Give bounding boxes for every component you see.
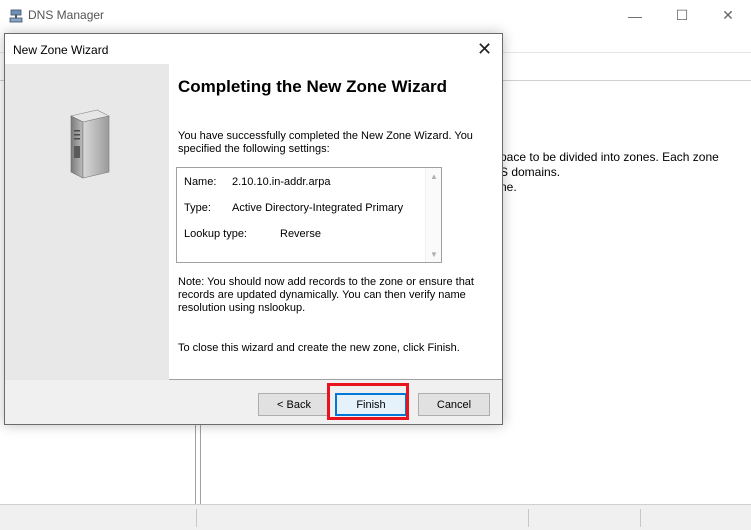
wizard-title: New Zone Wizard [13, 43, 109, 57]
status-bar [0, 504, 751, 530]
scroll-up-icon[interactable]: ▲ [426, 168, 442, 184]
details-line: ne. [500, 180, 517, 194]
wizard-note-text: Note: You should now add records to the … [178, 276, 474, 314]
main-close-button[interactable]: ✕ [705, 0, 751, 31]
setting-label: Type: [184, 202, 211, 214]
new-zone-wizard-dialog: New Zone Wizard ✕ Completing the New Zon… [4, 33, 503, 425]
setting-label: Name: [184, 176, 217, 188]
setting-value: Active Directory-Integrated Primary [232, 202, 404, 214]
details-line: S domains. [500, 165, 561, 179]
details-description: pace to be divided into zones. Each zone… [500, 150, 750, 195]
scroll-down-icon[interactable]: ▼ [426, 246, 442, 262]
setting-label: Lookup type: [184, 228, 247, 240]
wizard-finish-instruction: To close this wizard and create the new … [178, 342, 460, 354]
setting-value: 2.10.10.in-addr.arpa [232, 176, 331, 188]
wizard-sidebar [5, 64, 169, 380]
status-divider [640, 509, 641, 527]
setting-row-name: Name: 2.10.10.in-addr.arpa [184, 176, 330, 188]
cancel-button[interactable]: Cancel [418, 393, 490, 416]
status-divider [196, 509, 197, 527]
finish-highlight-annotation [327, 383, 409, 420]
back-button[interactable]: < Back [258, 393, 330, 416]
wizard-body: Completing the New Zone Wizard You have … [5, 64, 502, 380]
status-divider [528, 509, 529, 527]
setting-row-lookup-type: Lookup type: Reverse [184, 228, 321, 240]
setting-row-type: Type: Active Directory-Integrated Primar… [184, 202, 403, 214]
minimize-button[interactable]: — [612, 0, 658, 31]
maximize-button[interactable]: ☐ [659, 0, 705, 31]
close-icon[interactable]: ✕ [467, 34, 502, 64]
server-icon [70, 109, 110, 179]
dns-manager-icon [9, 9, 23, 23]
main-window-title: DNS Manager [28, 8, 105, 22]
wizard-heading: Completing the New Zone Wizard [178, 77, 448, 96]
wizard-titlebar: New Zone Wizard ✕ [5, 34, 502, 64]
settings-scrollbar[interactable]: ▲ ▼ [425, 168, 441, 262]
setting-value: Reverse [280, 228, 321, 240]
wizard-intro-text: You have successfully completed the New … [178, 130, 473, 155]
main-titlebar: DNS Manager — ☐ ✕ [0, 0, 751, 31]
settings-summary-box[interactable]: Name: 2.10.10.in-addr.arpa Type: Active … [176, 167, 442, 263]
details-line: pace to be divided into zones. Each zone [500, 150, 719, 164]
